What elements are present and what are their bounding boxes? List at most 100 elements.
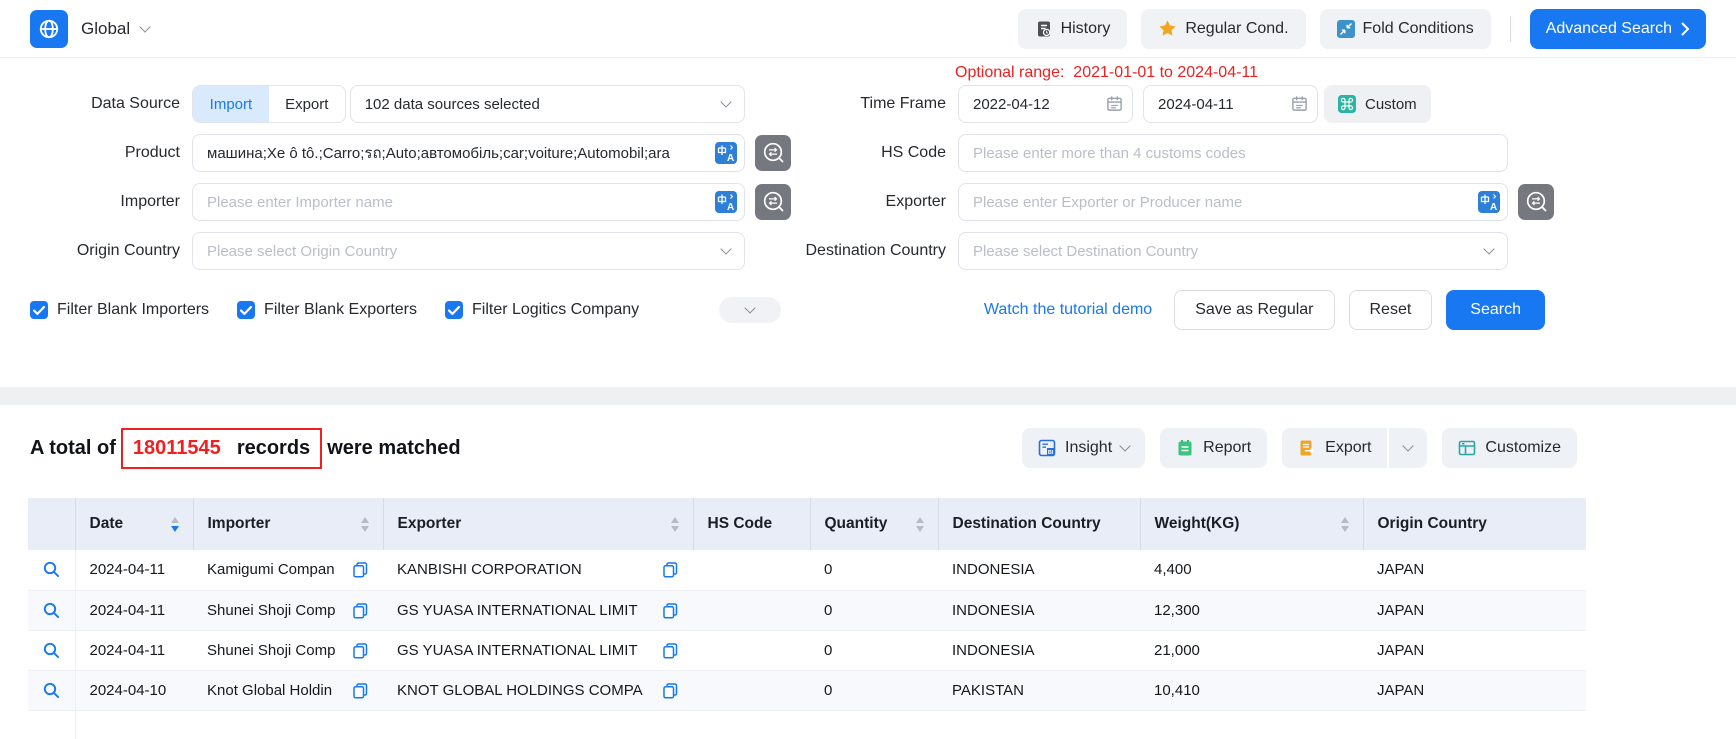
magnifier-icon[interactable] <box>42 681 61 698</box>
data-sources-selected-value: 102 data sources selected <box>365 96 540 113</box>
column-header-date[interactable]: Date <box>75 498 193 550</box>
destination-country-select[interactable]: Please select Destination Country <box>958 232 1508 270</box>
advanced-search-button[interactable]: Advanced Search <box>1530 9 1706 49</box>
sort-control[interactable] <box>353 517 369 532</box>
tab-import[interactable]: Import <box>193 86 269 122</box>
magnifier-icon[interactable] <box>42 641 61 658</box>
translate-icon[interactable]: A <box>1478 191 1500 218</box>
copy-icon[interactable] <box>352 561 369 578</box>
detail-column-header <box>28 498 75 550</box>
copy-icon[interactable] <box>662 602 679 619</box>
table-row-partial <box>28 710 1586 739</box>
table-row: 2024-04-11 Kamigumi Compan KANBISHI CORP… <box>28 550 1586 590</box>
form-row-product: Product A HS Code <box>30 134 1556 172</box>
importer-input[interactable] <box>192 183 745 221</box>
translate-icon[interactable]: A <box>715 142 737 169</box>
cell-weight: 10,410 <box>1140 670 1363 710</box>
chevron-down-icon <box>720 96 731 107</box>
cell-weight: 4,400 <box>1140 550 1363 590</box>
tutorial-link[interactable]: Watch the tutorial demo <box>984 301 1152 319</box>
svg-text:A: A <box>727 153 734 164</box>
sort-control[interactable] <box>1333 517 1349 532</box>
cell-origin: JAPAN <box>1363 590 1586 630</box>
cell-importer: Shunei Shoji Comp <box>193 630 383 670</box>
checkbox-filter-blank-importers[interactable]: Filter Blank Importers <box>30 301 209 319</box>
star-icon <box>1158 19 1177 38</box>
row-detail-cell <box>28 590 75 630</box>
insight-button[interactable]: BI Insight <box>1022 428 1145 468</box>
column-header-quantity[interactable]: Quantity <box>810 498 938 550</box>
copy-icon[interactable] <box>662 642 679 659</box>
magnifier-icon[interactable] <box>42 561 61 578</box>
expand-conditions-button[interactable] <box>719 297 781 323</box>
sort-control[interactable] <box>908 517 924 532</box>
custom-range-label: Custom <box>1365 96 1417 113</box>
copy-icon[interactable] <box>352 642 369 659</box>
save-as-regular-button[interactable]: Save as Regular <box>1174 290 1334 330</box>
copy-icon[interactable] <box>352 602 369 619</box>
product-input[interactable] <box>192 134 745 172</box>
export-dropdown-button[interactable] <box>1389 428 1427 468</box>
cell-weight: 21,000 <box>1140 630 1363 670</box>
report-button[interactable]: Report <box>1160 428 1267 468</box>
copy-icon[interactable] <box>662 561 679 578</box>
checkbox-filter-logitics-company[interactable]: Filter Logitics Company <box>445 301 639 319</box>
column-header-origin-country: Origin Country <box>1363 498 1586 550</box>
checkbox-filter-blank-exporters[interactable]: Filter Blank Exporters <box>237 301 417 319</box>
search-exchange-icon[interactable] <box>755 184 791 220</box>
results-summary: A total of 18011545 records were matched <box>30 428 461 469</box>
search-exchange-icon[interactable] <box>755 135 791 171</box>
custom-range-button[interactable]: Custom <box>1324 85 1431 123</box>
app-logo[interactable] <box>30 10 68 48</box>
data-source-tabs: Import Export <box>192 85 346 123</box>
reset-button[interactable]: Reset <box>1349 290 1433 330</box>
summary-prefix: A total of <box>30 437 116 460</box>
calendar-icon[interactable] <box>1106 95 1123 117</box>
export-button[interactable]: Export <box>1282 428 1387 468</box>
cell-destination: PAKISTAN <box>938 670 1140 710</box>
table-row: 2024-04-11 Shunei Shoji Comp GS YUASA IN… <box>28 590 1586 630</box>
importer-label: Importer <box>30 193 180 211</box>
table-grid-icon <box>1458 439 1476 457</box>
regular-cond-button[interactable]: Regular Cond. <box>1141 9 1305 49</box>
section-divider <box>0 387 1736 405</box>
cell-exporter: KANBISHI CORPORATION <box>383 550 693 590</box>
region-selector[interactable]: Global <box>81 19 149 39</box>
search-exchange-icon[interactable] <box>1518 184 1554 220</box>
fold-conditions-label: Fold Conditions <box>1363 20 1474 38</box>
translate-icon[interactable]: A <box>715 191 737 218</box>
chevron-down-icon <box>1483 243 1494 254</box>
checkbox-checked-icon <box>30 301 48 319</box>
report-doc-icon <box>1176 439 1194 457</box>
column-header-exporter[interactable]: Exporter <box>383 498 693 550</box>
sort-control[interactable] <box>663 517 679 532</box>
history-button[interactable]: History <box>1018 9 1128 49</box>
search-button[interactable]: Search <box>1446 290 1545 330</box>
hs-code-label: HS Code <box>796 144 946 162</box>
hs-code-input[interactable] <box>958 134 1508 172</box>
fold-conditions-button[interactable]: Fold Conditions <box>1320 9 1491 49</box>
copy-icon[interactable] <box>352 682 369 699</box>
data-sources-select[interactable]: 102 data sources selected <box>350 85 745 123</box>
column-header-weight[interactable]: Weight(KG) <box>1140 498 1363 550</box>
time-frame-label: Time Frame <box>796 95 946 113</box>
chevron-right-icon <box>1681 22 1690 36</box>
records-word: records <box>237 437 310 460</box>
cell-quantity: 0 <box>810 550 938 590</box>
copy-icon[interactable] <box>662 682 679 699</box>
filter-label: Filter Blank Importers <box>57 301 209 319</box>
origin-country-select[interactable]: Please select Origin Country <box>192 232 745 270</box>
column-header-importer[interactable]: Importer <box>193 498 383 550</box>
cell-date: 2024-04-11 <box>75 590 193 630</box>
exporter-input[interactable] <box>958 183 1508 221</box>
customize-button[interactable]: Customize <box>1442 428 1577 468</box>
cell-date: 2024-04-11 <box>75 550 193 590</box>
cell-origin: JAPAN <box>1363 670 1586 710</box>
sort-control[interactable] <box>163 517 179 532</box>
cell-quantity: 0 <box>810 670 938 710</box>
form-row-importer: Importer A Exporter A <box>30 183 1556 221</box>
tab-export[interactable]: Export <box>269 86 345 122</box>
svg-text:A: A <box>1490 202 1497 213</box>
calendar-icon[interactable] <box>1291 95 1308 117</box>
magnifier-icon[interactable] <box>42 601 61 618</box>
